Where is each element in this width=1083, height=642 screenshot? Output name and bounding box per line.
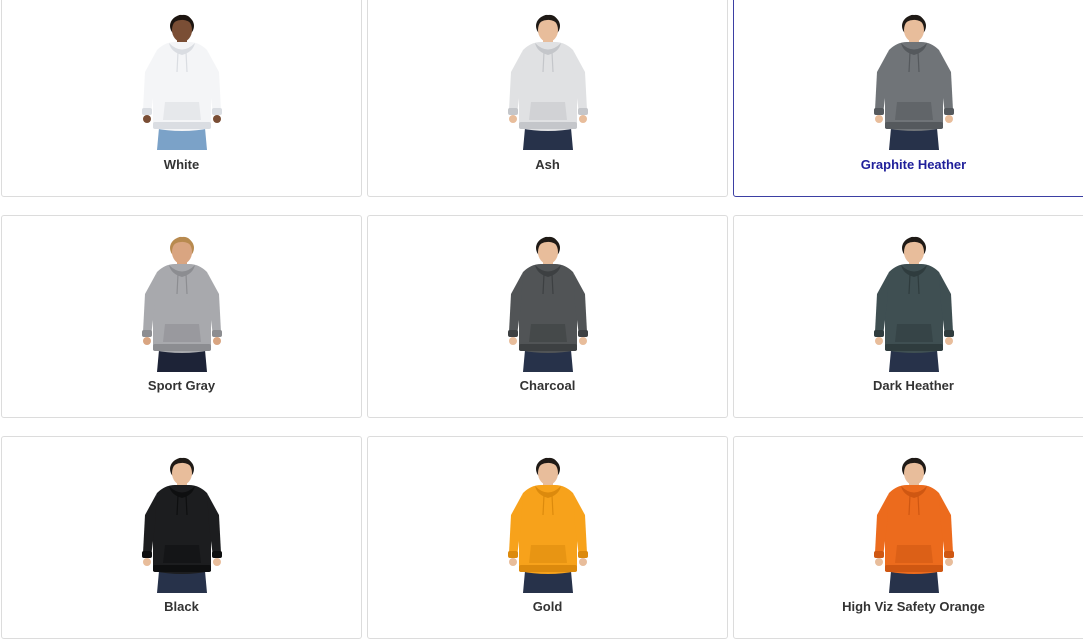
product-photo [500, 453, 595, 593]
product-photo [500, 10, 595, 150]
color-label: Sport Gray [147, 378, 216, 393]
product-photo [134, 453, 229, 593]
color-label: Black [164, 599, 199, 614]
color-swatch-grid: White Ash Graphite Heather Sport Gray Ch… [0, 0, 1083, 642]
color-option-charcoal[interactable]: Charcoal [367, 215, 728, 418]
color-label: Gold [532, 599, 563, 614]
color-label: High Viz Safety Orange [842, 599, 985, 614]
color-option-dark-heather[interactable]: Dark Heather [733, 215, 1083, 418]
product-photo [134, 232, 229, 372]
product-photo [500, 232, 595, 372]
color-option-black[interactable]: Black [1, 436, 362, 639]
color-option-graphite-heather[interactable]: Graphite Heather [733, 0, 1083, 197]
color-label: White [163, 157, 200, 172]
color-option-gold[interactable]: Gold [367, 436, 728, 639]
color-option-sport-gray[interactable]: Sport Gray [1, 215, 362, 418]
color-option-ash[interactable]: Ash [367, 0, 728, 197]
color-label: Dark Heather [873, 378, 954, 393]
product-photo [866, 453, 961, 593]
product-photo [866, 232, 961, 372]
color-label: Ash [535, 157, 560, 172]
color-label: Charcoal [519, 378, 576, 393]
product-photo [134, 10, 229, 150]
color-option-high-viz-safety-orange[interactable]: High Viz Safety Orange [733, 436, 1083, 639]
product-photo [866, 10, 961, 150]
color-label: Graphite Heather [860, 157, 967, 172]
color-option-white[interactable]: White [1, 0, 362, 197]
